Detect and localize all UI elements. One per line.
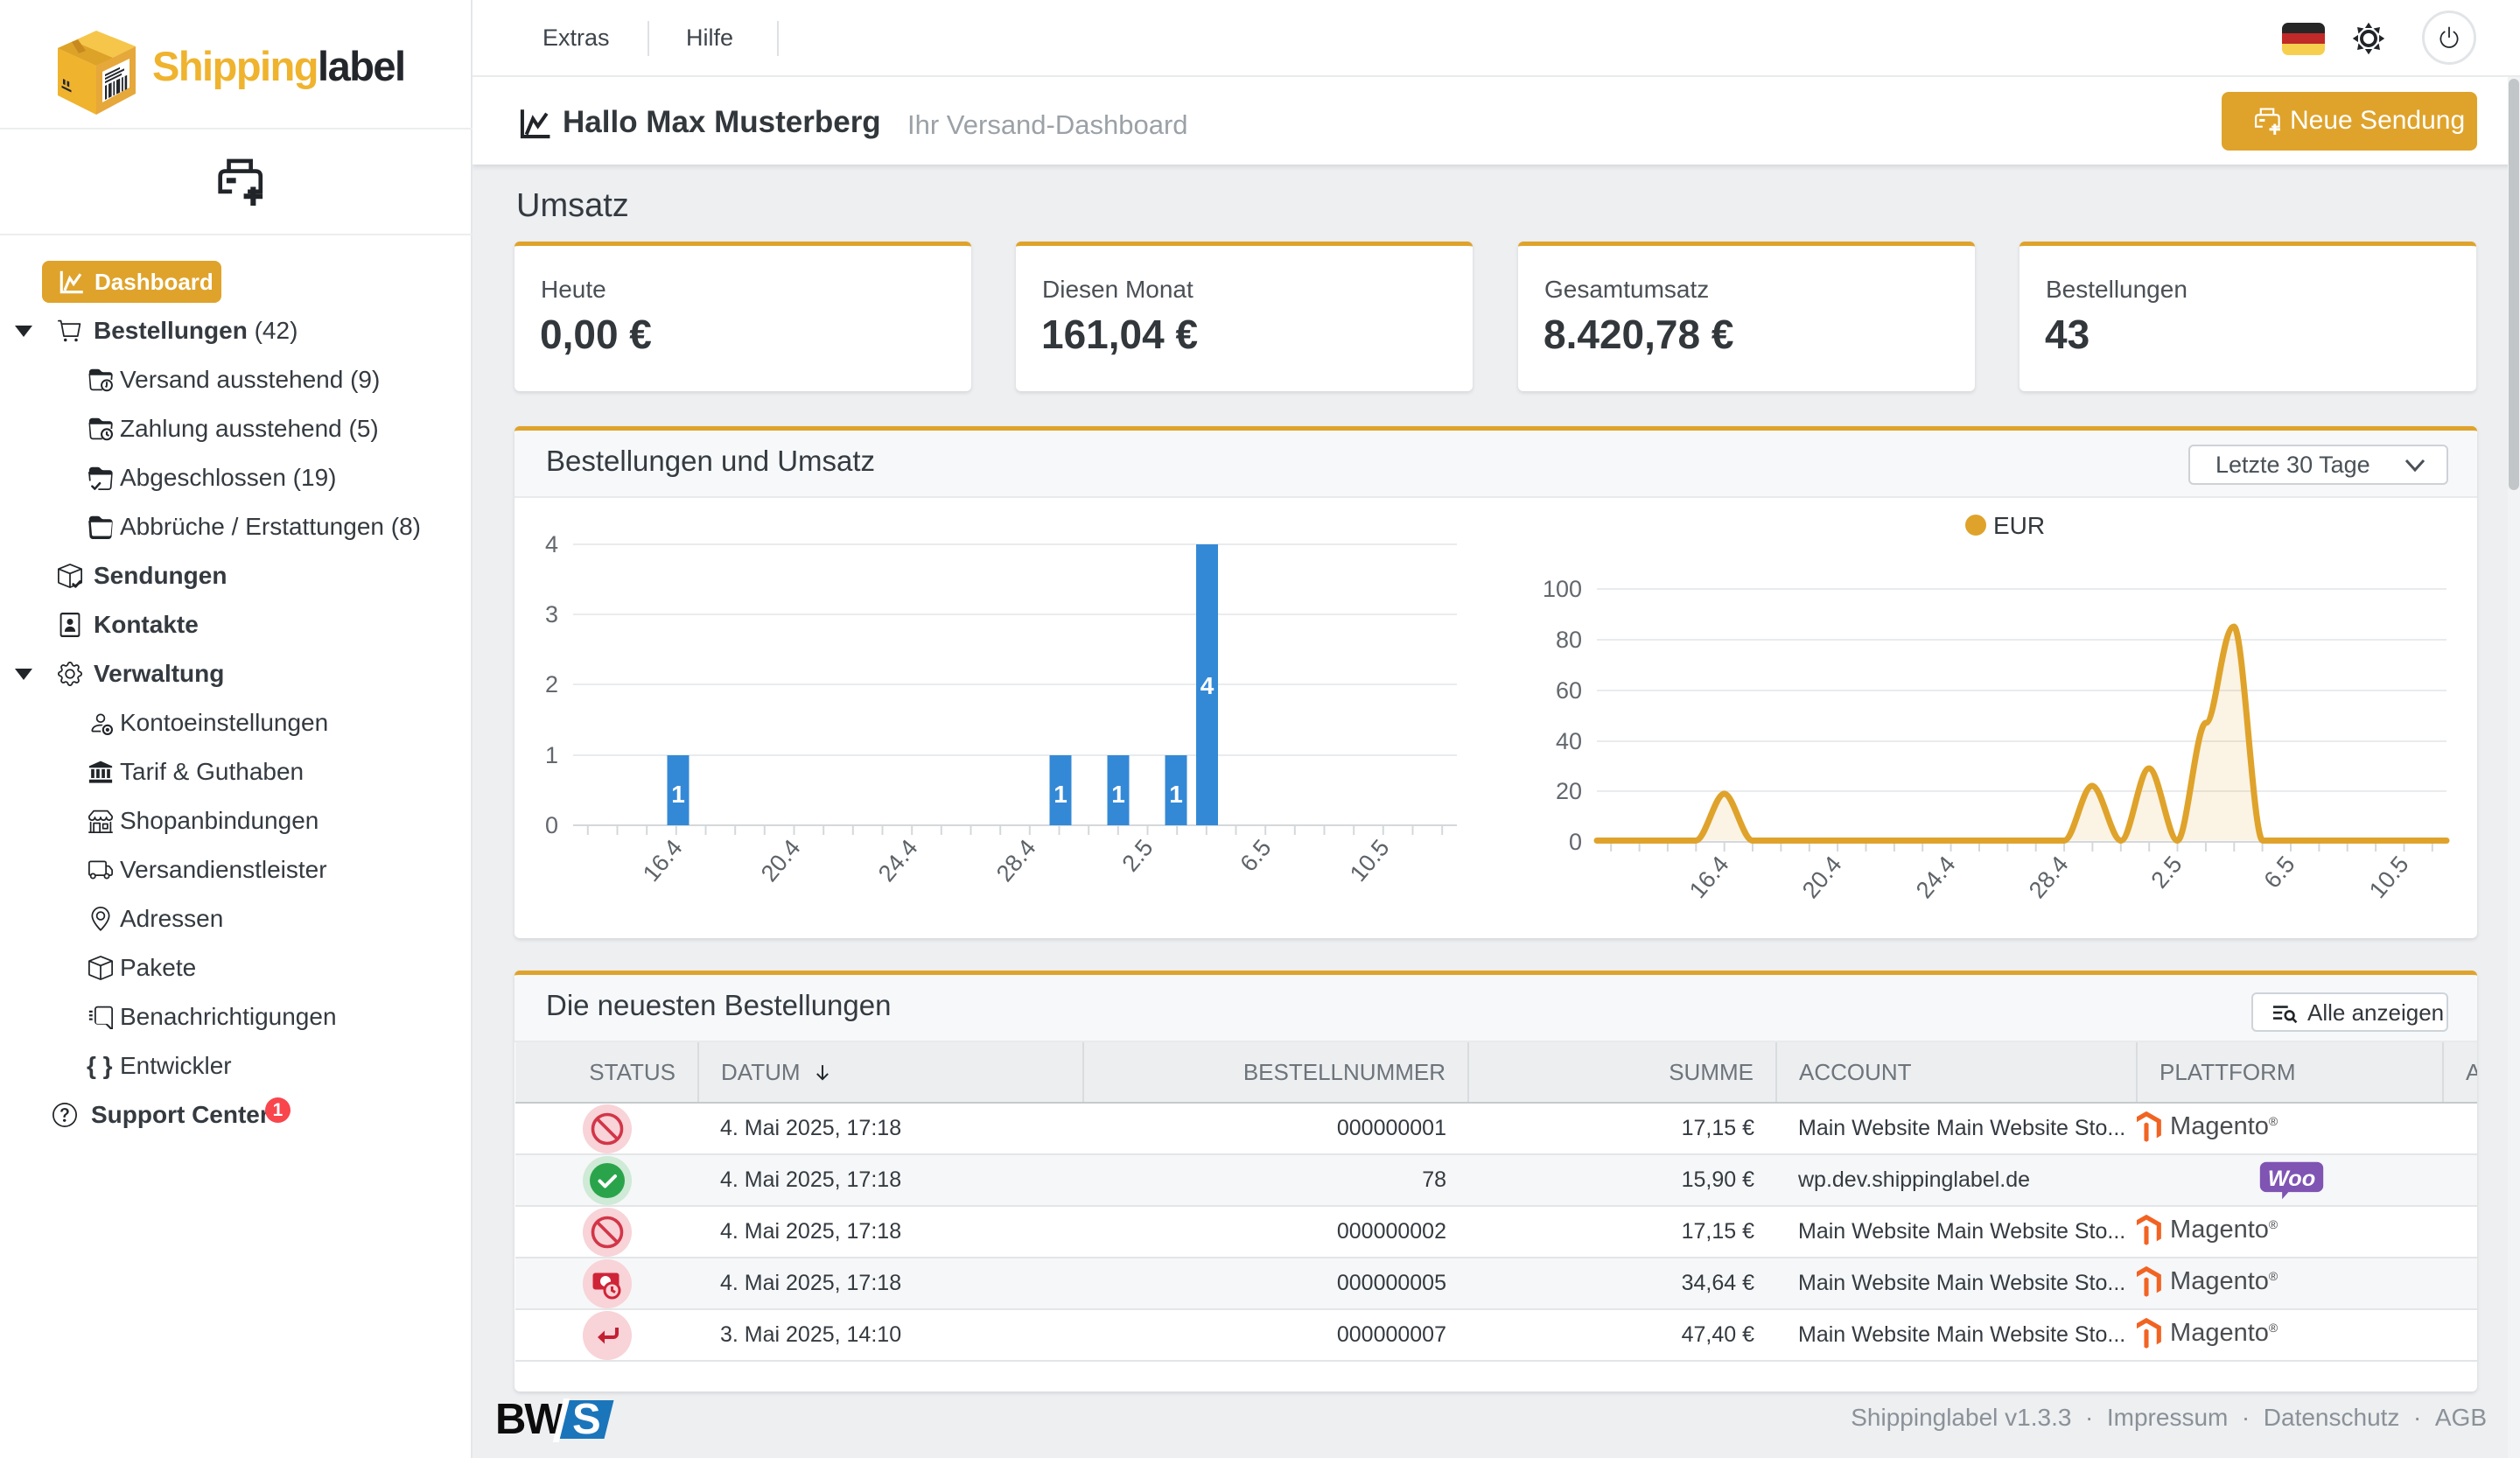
svg-text:2: 2 <box>545 671 558 697</box>
svg-text:1: 1 <box>1054 781 1068 808</box>
svg-text:28.4: 28.4 <box>2024 852 2074 904</box>
svg-text:20.4: 20.4 <box>1797 852 1847 904</box>
svg-text:Woo: Woo <box>2268 1167 2315 1191</box>
svg-text:1: 1 <box>671 781 685 808</box>
svg-text:6.5: 6.5 <box>1235 835 1276 877</box>
svg-text:1: 1 <box>1111 781 1125 808</box>
svg-text:16.4: 16.4 <box>638 835 688 887</box>
svg-text:0: 0 <box>545 812 558 838</box>
svg-text:4: 4 <box>1200 672 1214 699</box>
svg-text:!: ! <box>105 381 108 390</box>
svg-text:4: 4 <box>545 531 558 557</box>
svg-text:80: 80 <box>1556 627 1582 653</box>
svg-text:24.4: 24.4 <box>1911 852 1961 904</box>
svg-text:20.4: 20.4 <box>756 835 806 887</box>
svg-text:100: 100 <box>1543 576 1582 602</box>
svg-text:10.5: 10.5 <box>1345 835 1395 887</box>
svg-text:6.5: 6.5 <box>2258 852 2300 894</box>
svg-text:28.4: 28.4 <box>991 835 1041 887</box>
svg-text:2.5: 2.5 <box>1116 835 1158 877</box>
svg-text:1: 1 <box>545 742 558 768</box>
svg-text:3: 3 <box>545 601 558 627</box>
svg-text:2.5: 2.5 <box>2146 852 2187 894</box>
svg-text:1: 1 <box>1169 781 1183 808</box>
svg-text:10.5: 10.5 <box>2364 852 2414 904</box>
svg-text:20: 20 <box>1556 778 1582 804</box>
svg-text:EUR: EUR <box>1993 512 2045 539</box>
svg-text:16.4: 16.4 <box>1684 852 1734 904</box>
svg-text:40: 40 <box>1556 728 1582 754</box>
svg-text:60: 60 <box>1556 677 1582 704</box>
svg-text:0: 0 <box>1569 829 1582 855</box>
svg-text:24.4: 24.4 <box>873 835 923 887</box>
